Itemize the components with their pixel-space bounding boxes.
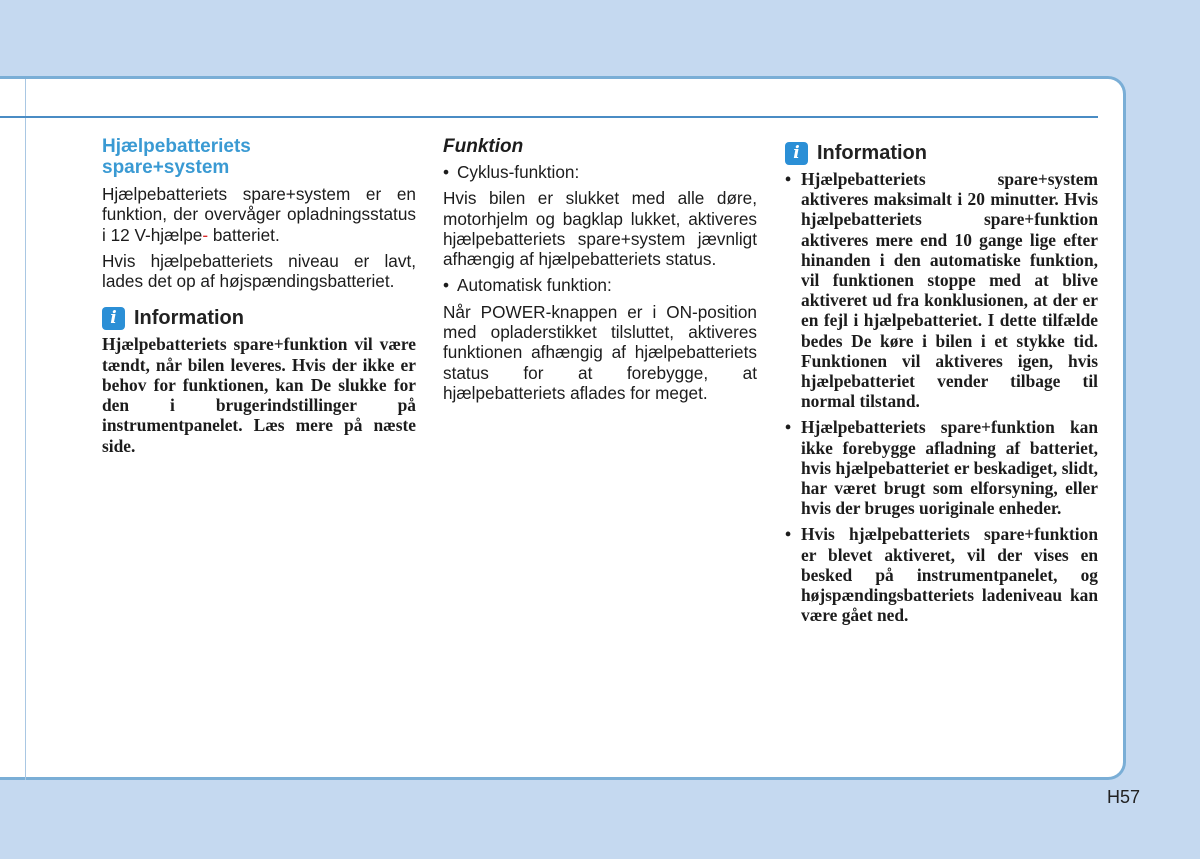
bullet-cycle-function: • Cyklus-funktion: [443, 162, 757, 182]
header-rule [0, 116, 1098, 118]
info-list-item: Hjælpebatteriets spare+system aktiveres … [785, 169, 1098, 411]
charge-paragraph: Hvis hjælpebatteriets niveau er lavt, la… [102, 250, 416, 292]
bullet-icon: • [443, 162, 450, 182]
intro-paragraph: Hjælpebatteriets spare+system er en funk… [102, 184, 416, 245]
info-list-item: Hvis hjælpebatteriets spare+funktion er … [785, 524, 1098, 625]
margin-line [25, 79, 26, 780]
info-icon: i [785, 142, 808, 165]
page-number: H57 [1107, 787, 1141, 807]
section-title-line1: Hjælpebatteriets [102, 136, 251, 157]
info-icon: i [102, 307, 125, 331]
info-list-item: Hjælpebatteriets spare+funktion kan ikke… [785, 417, 1098, 518]
automatic-paragraph: Når POWER-knappen er i ON-position med o… [443, 301, 757, 403]
function-title: Funktion [443, 136, 524, 157]
section-title: Hjælpebatteriets spare+system [102, 136, 416, 178]
column-3: i Information Hjælpebatteriets spare+sys… [785, 142, 1098, 631]
info-text: Hjælpebatteriets spare+funktion vil være… [102, 334, 416, 456]
column-1: Hjælpebatteriets spare+system Hjælpebatt… [102, 136, 416, 456]
info-header: i Information [785, 142, 1098, 165]
info-title: Information [134, 307, 244, 330]
bullet-label: Automatisk funktion: [457, 275, 612, 296]
bullet-label: Cyklus-funktion: [457, 162, 580, 182]
section-title-line2: spare+system [102, 157, 230, 178]
cycle-paragraph: Hvis bilen er slukket med alle døre, mot… [443, 188, 757, 270]
info-list: Hjælpebatteriets spare+system aktiveres … [785, 169, 1098, 625]
info-title: Information [817, 142, 927, 164]
bullet-icon: • [443, 275, 450, 296]
info-header: i Information [102, 307, 416, 331]
bullet-automatic-function: • Automatisk funktion: [443, 275, 757, 295]
column-2: Funktion • Cyklus-funktion: Hvis bilen er… [443, 136, 757, 409]
hyphen-mark: - [202, 224, 209, 245]
intro-text-end: batteriet. [212, 224, 280, 245]
